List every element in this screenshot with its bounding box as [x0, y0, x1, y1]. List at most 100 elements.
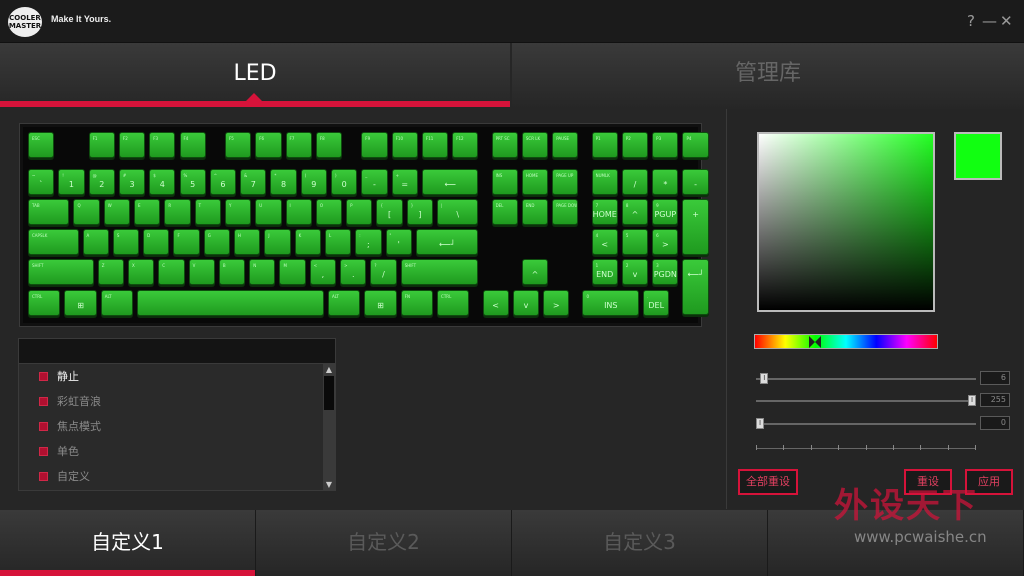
keyboard-key[interactable]: * 8	[270, 169, 297, 195]
keyboard-key[interactable]: " '	[385, 229, 412, 255]
keyboard-key[interactable]: + =	[391, 169, 418, 195]
keyboard-key[interactable]: & 7	[240, 169, 267, 195]
minimize-button[interactable]: —	[982, 11, 997, 31]
scroll-up-icon[interactable]: ▲	[323, 364, 335, 375]
keyboard-key[interactable]: 8 ^	[621, 199, 649, 225]
scroll-down-icon[interactable]: ▼	[323, 479, 335, 490]
keyboard-key[interactable]: @2	[88, 169, 115, 195]
keyboard-key[interactable]: F7	[285, 132, 312, 158]
keyboard-key[interactable]: V	[188, 259, 215, 285]
slider-1[interactable]: I	[756, 373, 976, 384]
keyboard-key[interactable]: NUMLK	[591, 169, 618, 195]
slider-1-value[interactable]: 6	[980, 371, 1010, 385]
tab-custom-2[interactable]: 自定义2	[256, 510, 512, 576]
keyboard-key[interactable]: *	[652, 169, 679, 195]
keyboard-key[interactable]: SHIFT	[400, 259, 479, 285]
scroll-thumb[interactable]	[324, 376, 334, 410]
effect-item-custom[interactable]: 自定义	[39, 467, 90, 487]
keyboard-key[interactable]: ALT	[327, 290, 361, 316]
keyboard-key[interactable]: ⊞	[64, 290, 97, 316]
keyboard-key[interactable]: 7 HOME	[591, 199, 618, 225]
keyboard-key[interactable]: F6	[255, 132, 282, 158]
keyboard-key[interactable]: 0 INS	[582, 290, 640, 316]
keyboard-key[interactable]: _ -	[361, 169, 388, 195]
keyboard-key[interactable]: F2	[118, 132, 146, 158]
keyboard-key[interactable]: F10	[391, 132, 418, 158]
keyboard-key[interactable]: #3	[118, 169, 146, 195]
slider-3[interactable]: I	[756, 418, 976, 429]
keyboard-key[interactable]: CTRL	[28, 290, 61, 316]
keyboard-key[interactable]: E	[134, 199, 161, 225]
keyboard-key[interactable]: ) 0	[331, 169, 358, 195]
keyboard-key[interactable]: F1	[88, 132, 115, 158]
keyboard-key[interactable]: v	[512, 290, 540, 316]
keyboard-key[interactable]: F9	[361, 132, 388, 158]
keyboard-key[interactable]: 6 >	[652, 229, 679, 255]
keyboard-key[interactable]: G	[203, 229, 231, 255]
keyboard-key[interactable]: ⊞	[364, 290, 397, 316]
keyboard-key[interactable]: Y	[224, 199, 252, 225]
keyboard-key[interactable]: TAB	[28, 199, 70, 225]
keyboard-key[interactable]: K	[294, 229, 321, 255]
keyboard-key[interactable]: D	[143, 229, 170, 255]
keyboard-key[interactable]: A	[82, 229, 109, 255]
keyboard-key[interactable]: P3	[652, 132, 679, 158]
keyboard-key[interactable]: P	[346, 199, 373, 225]
tab-library[interactable]: 管理库	[512, 43, 1024, 109]
keyboard-key[interactable]: H	[234, 229, 261, 255]
keyboard-key[interactable]: U	[255, 199, 282, 225]
keyboard-key[interactable]: CAPSLK	[28, 229, 79, 255]
color-picker-area[interactable]	[757, 132, 935, 312]
keyboard-key[interactable]: FN	[400, 290, 434, 316]
effect-item-focus-mode[interactable]: 焦点模式	[39, 417, 101, 437]
keyboard-key[interactable]: . DEL	[643, 290, 670, 316]
keyboard-key[interactable]: 1 END	[591, 259, 618, 285]
tab-custom-1[interactable]: 自定义1	[0, 510, 256, 576]
effect-item-static[interactable]: 静止	[39, 367, 79, 387]
keyboard-key[interactable]: -	[682, 169, 709, 195]
reset-all-button[interactable]: 全部重设	[738, 469, 798, 495]
keyboard-key[interactable]: CTRL	[437, 290, 470, 316]
keyboard-key[interactable]: F11	[421, 132, 449, 158]
keyboard-key[interactable]: END	[521, 199, 549, 225]
keyboard-key[interactable]: INS	[491, 169, 518, 195]
keyboard-key[interactable]: SHIFT	[28, 259, 94, 285]
keyboard-key[interactable]: F3	[149, 132, 176, 158]
keyboard-key[interactable]: ^ 6	[209, 169, 237, 195]
keyboard-key[interactable]: F8	[315, 132, 343, 158]
keyboard-key[interactable]: L	[324, 229, 352, 255]
keyboard-key[interactable]: M	[279, 259, 306, 285]
keyboard-key[interactable]	[137, 290, 324, 316]
reset-button[interactable]: 重设	[904, 469, 952, 495]
keyboard-key[interactable]: {[	[376, 199, 403, 225]
keyboard-key[interactable]: ! 1	[58, 169, 85, 195]
keyboard-key[interactable]: P4	[682, 132, 709, 158]
keyboard-key[interactable]: (9	[300, 169, 327, 195]
slider-2[interactable]: I	[756, 395, 976, 406]
apply-button[interactable]: 应用	[965, 469, 1013, 495]
keyboard-key[interactable]: ⟵┘	[415, 229, 479, 255]
keyboard-key[interactable]: N	[249, 259, 276, 285]
keyboard-key[interactable]: P2	[621, 132, 649, 158]
tab-custom-3[interactable]: 自定义3	[512, 510, 768, 576]
tab-custom-4[interactable]	[768, 510, 1024, 576]
keyboard-key[interactable]: $4	[149, 169, 176, 195]
keyboard-key[interactable]: ^	[521, 259, 549, 285]
keyboard-key[interactable]: 9 PGUP	[652, 199, 679, 225]
effect-list-scrollbar[interactable]: ▲ ▼	[323, 364, 335, 490]
keyboard-key[interactable]: O	[315, 199, 343, 225]
keyboard-key[interactable]: ? /	[370, 259, 397, 285]
hue-slider[interactable]	[754, 334, 938, 349]
keyboard-key[interactable]: I	[285, 199, 312, 225]
keyboard-key[interactable]: W	[103, 199, 131, 225]
slider-thumb[interactable]: I	[760, 373, 769, 384]
keyboard-key[interactable]: X	[127, 259, 155, 285]
keyboard-key[interactable]: PAGE DOWN	[552, 199, 579, 225]
keyboard-key[interactable]: SCR LK	[521, 132, 549, 158]
keyboard-key[interactable]: PAGE UP	[552, 169, 579, 195]
keyboard-key[interactable]: +	[682, 199, 709, 255]
keyboard-key[interactable]: | \	[437, 199, 479, 225]
keyboard-key[interactable]: /	[621, 169, 649, 195]
slider-thumb[interactable]: I	[968, 395, 976, 406]
keyboard-key[interactable]: ~ `	[28, 169, 55, 195]
